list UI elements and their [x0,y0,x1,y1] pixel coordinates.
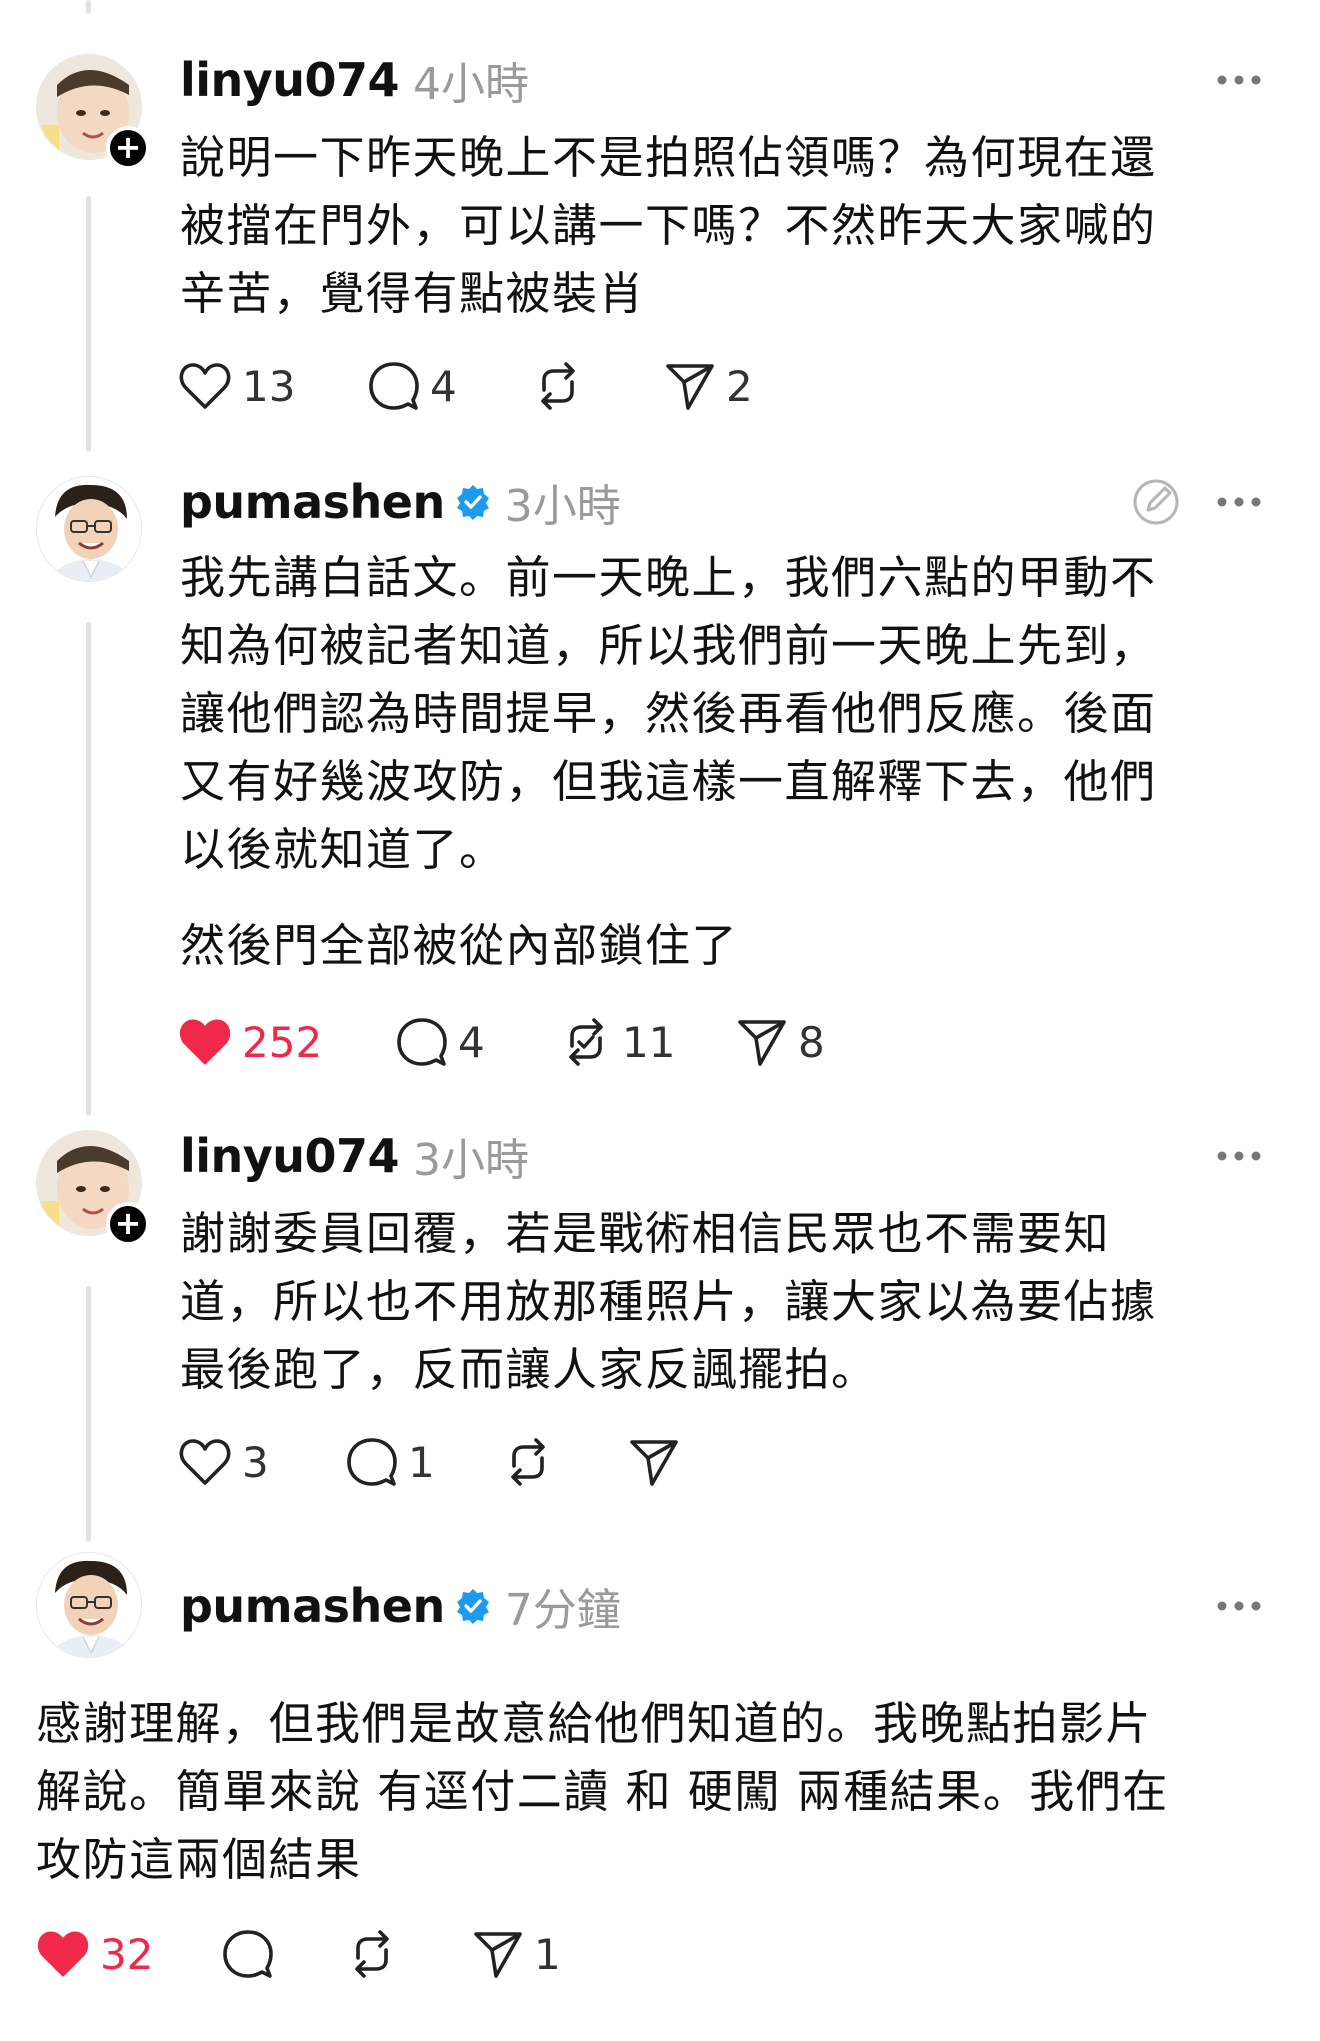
more-icon[interactable] [1214,492,1264,512]
username[interactable]: pumashen [180,1579,445,1633]
comment-icon [223,1930,273,1978]
text-line: 又有好幾波攻防，但我這樣一直解釋下去，他們 [180,755,1157,808]
heart-icon [179,1019,231,1065]
text-line: 知為何被記者知道，所以我們前一天晚上先到， [180,619,1157,672]
share-count: 8 [798,1017,825,1067]
comment-icon [369,362,419,410]
timestamp: 4小時 [413,59,530,110]
post-header: linyu074 3小時 [180,1126,529,1186]
share-button[interactable]: 2 [664,360,753,412]
timestamp: 7分鐘 [504,1585,621,1636]
like-count: 252 [242,1017,323,1067]
comment-button[interactable]: 4 [396,1016,560,1068]
share-button[interactable]: 1 [472,1928,561,1980]
heart-icon [37,1931,89,1977]
text-line: 讓他們認為時間提早，然後再看他們反應。後面 [180,687,1157,740]
comment-button[interactable]: 4 [368,360,532,412]
repost-icon [541,362,575,410]
more-icon[interactable] [1214,1596,1264,1616]
post-header: pumashen 3小時 [180,472,621,532]
comment-count: 1 [408,1437,435,1487]
post-header: linyu074 4小時 [180,50,529,110]
verified-icon [456,1589,489,1624]
verified-icon [456,485,489,520]
comment-count: 4 [430,361,457,411]
text-line: 我先講白話文。前一天晚上，我們六點的甲動不 [180,551,1157,604]
post-text: 說明一下昨天晚上不是拍照佔領嗎？為何現在還 被擋在門外，可以講一下嗎？不然昨天大… [180,124,1157,328]
post-text: 謝謝委員回覆，若是戰術相信民眾也不需要知 道，所以也不用放那種照片，讓大家以為要… [180,1200,1157,1404]
post-text: 我先講白話文。前一天晚上，我們六點的甲動不 知為何被記者知道，所以我們前一天晚上… [180,544,1157,980]
text-line: 道，所以也不用放那種照片，讓大家以為要佔據 [180,1275,1157,1328]
thread-line [86,0,91,14]
username[interactable]: linyu074 [180,53,400,107]
text-line: 以後就知道了。 [180,823,506,876]
text-line: 最後跑了，反而讓人家反諷擺拍。 [180,1343,878,1396]
text-line: 被擋在門外，可以講一下嗎？不然昨天大家喊的 [180,199,1157,252]
like-button[interactable]: 3 [178,1437,346,1487]
like-button[interactable]: 252 [178,1017,396,1067]
action-bar: 32 1 [36,1924,561,1984]
post-header: pumashen 7分鐘 [180,1576,621,1636]
like-button[interactable]: 13 [178,361,368,411]
text-line: 辛苦，覺得有點被裝肖 [180,267,646,320]
comment-icon [397,1018,447,1066]
text-line: 謝謝委員回覆，若是戰術相信民眾也不需要知 [180,1207,1111,1260]
repost-icon [355,1930,389,1978]
heart-icon [179,363,231,409]
repost-icon [511,1438,545,1486]
timestamp: 3小時 [413,1135,530,1186]
username[interactable]: linyu074 [180,1129,400,1183]
action-bar: 3 1 [178,1432,690,1492]
comment-button[interactable] [222,1928,346,1980]
thread-line [86,1286,91,1542]
repost-button[interactable]: 11 [560,1016,736,1068]
share-count: 2 [726,361,753,411]
thread-line [86,622,91,1116]
share-icon [738,1020,786,1066]
repost-icon [569,1018,603,1066]
follow-plus-icon[interactable]: + [106,126,150,170]
like-button[interactable]: 32 [36,1929,222,1979]
heart-icon [179,1439,231,1485]
share-icon [666,364,714,410]
text-line: 然後門全部被從內部鎖住了 [180,919,739,972]
share-icon [630,1440,678,1486]
username[interactable]: pumashen [180,475,445,529]
share-button[interactable] [628,1436,690,1488]
share-button[interactable]: 8 [736,1016,825,1068]
timestamp: 3小時 [504,481,621,532]
text-line: 說明一下昨天晚上不是拍照佔領嗎？為何現在還 [180,131,1157,184]
avatar[interactable] [36,476,142,582]
text-line: 攻防這兩個結果 [36,1833,362,1886]
action-bar: 252 4 11 8 [178,1012,825,1072]
comment-button[interactable]: 1 [346,1436,502,1488]
text-line: 感謝理解，但我們是故意給他們知道的。我晚點拍影片 [36,1697,1153,1750]
thread-line [86,196,91,452]
repost-count: 11 [622,1017,676,1067]
more-icon[interactable] [1214,70,1264,90]
more-icon[interactable] [1214,1146,1264,1166]
post-text: 感謝理解，但我們是故意給他們知道的。我晚點拍影片 解說。簡單來說 有逕付二讀 和… [36,1690,1169,1894]
comment-count: 4 [458,1017,485,1067]
like-count: 3 [242,1437,269,1487]
share-count: 1 [534,1929,561,1979]
repost-button[interactable] [502,1436,628,1488]
avatar[interactable] [36,1552,142,1658]
comment-icon [347,1438,397,1486]
repost-button[interactable] [346,1928,472,1980]
text-line: 解說。簡單來說 有逕付二讀 和 硬闖 兩種結果。我們在 [36,1765,1169,1818]
like-count: 32 [100,1929,154,1979]
action-bar: 13 4 2 [178,356,753,416]
like-count: 13 [242,361,296,411]
share-icon [474,1932,522,1978]
repost-button[interactable] [532,360,664,412]
follow-plus-icon[interactable]: + [106,1202,150,1246]
edit-icon[interactable] [1130,476,1182,528]
